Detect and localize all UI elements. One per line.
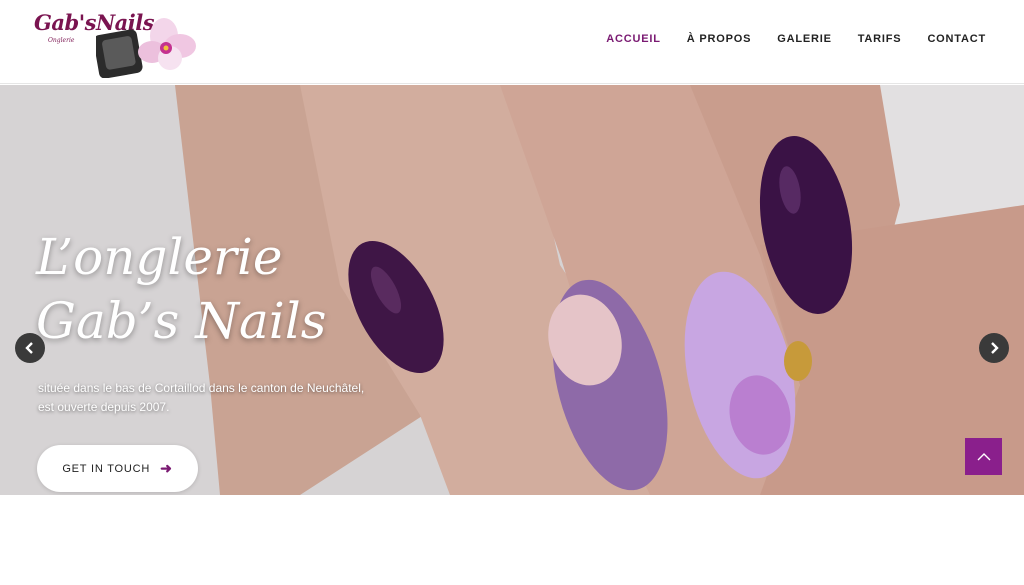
hero-title-line2: Gab’s Nails — [36, 292, 327, 350]
site-logo[interactable]: Gab'sNails Onglerie — [34, 8, 204, 78]
scroll-to-top-button[interactable] — [965, 438, 1002, 475]
hero-subtitle-line2: est ouverte depuis 2007. — [38, 400, 170, 414]
hero-subtitle: située dans le bas de Cortaillod dans le… — [38, 379, 438, 417]
chevron-right-icon — [991, 342, 999, 354]
get-in-touch-button[interactable]: GET IN TOUCH ➜ — [37, 445, 198, 492]
slider-next-button[interactable] — [979, 333, 1009, 363]
hero-subtitle-line1: située dans le bas de Cortaillod dans le… — [38, 381, 365, 395]
chevron-up-icon — [977, 452, 990, 460]
nav-item-contact[interactable]: CONTACT — [927, 33, 986, 45]
nav-item-galerie[interactable]: GALERIE — [777, 33, 832, 45]
hero-title: L’onglerie Gab’s Nails — [36, 225, 326, 353]
hero-title-line1: L’onglerie — [36, 228, 283, 286]
hero-slider: L’onglerie Gab’s Nails située dans le ba… — [0, 85, 1024, 495]
logo-subtext: Onglerie — [48, 37, 75, 44]
nav-item-a-propos[interactable]: À PROPOS — [687, 33, 751, 45]
nav-item-accueil[interactable]: ACCUEIL — [606, 33, 661, 45]
arrow-right-icon: ➜ — [160, 460, 173, 476]
nav-item-tarifs[interactable]: TARIFS — [858, 33, 902, 45]
slider-prev-button[interactable] — [15, 333, 45, 363]
main-nav: ACCUEIL À PROPOS GALERIE TARIFS CONTACT — [606, 33, 986, 45]
orchid-logo-icon — [96, 18, 196, 78]
cta-label: GET IN TOUCH — [62, 462, 151, 475]
site-header: Gab'sNails Onglerie ACCUEIL À PROPOS GAL… — [0, 0, 1024, 84]
chevron-left-icon — [25, 342, 33, 354]
